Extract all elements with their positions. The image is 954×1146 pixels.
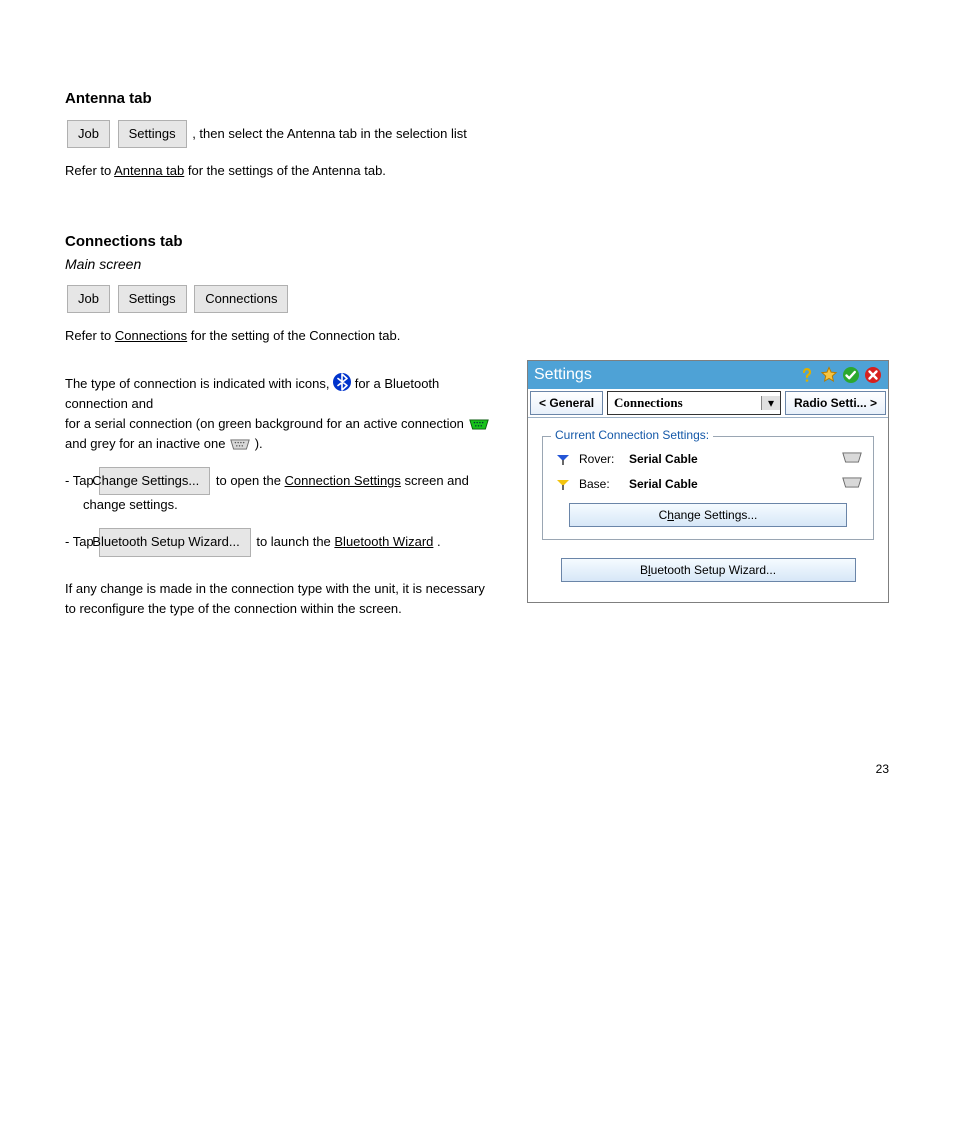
antenna-ref-line: Refer to Antenna tab for the settings of… [65, 161, 889, 181]
connections-ref-line: Refer to Connections for the setting of … [65, 326, 889, 346]
text: for a serial connection (on green backgr… [65, 416, 464, 431]
subheading-main-screen: Main screen [65, 256, 889, 272]
breadcrumb: Job Settings , then select the Antenna t… [65, 120, 889, 148]
breadcrumb-connections-button[interactable]: Connections [194, 285, 288, 313]
ok-icon[interactable] [842, 366, 860, 384]
serial-port-inactive-icon [229, 436, 255, 451]
bluetooth-icon [333, 373, 351, 391]
breadcrumb-settings-button[interactable]: Settings [118, 285, 187, 313]
text: to open the [216, 473, 285, 488]
heading-antenna-tab: Antenna tab [65, 90, 889, 107]
base-icon [553, 474, 573, 495]
text: for the settings of the Antenna tab. [188, 163, 386, 178]
text: . [437, 534, 441, 549]
dialog-change-settings-button[interactable]: Change Settings... [569, 503, 848, 527]
text: ). [255, 436, 263, 451]
breadcrumb: Job Settings Connections [65, 285, 889, 313]
breadcrumb-settings-button[interactable]: Settings [118, 120, 187, 148]
breadcrumb-tail-text: , then select the Antenna tab in the sel… [192, 126, 467, 141]
breadcrumb-job-button[interactable]: Job [67, 285, 110, 313]
close-icon[interactable] [864, 366, 882, 384]
tab-selector-combo[interactable]: Connections ▾ [607, 391, 781, 415]
text: Refer to [65, 163, 114, 178]
mnemonic: h [667, 508, 674, 522]
serial-port-icon [841, 476, 863, 492]
serial-port-icon [841, 451, 863, 467]
text: for the setting of the Connection tab. [191, 328, 401, 343]
link-antenna-tab[interactable]: Antenna tab [114, 163, 184, 178]
change-settings-button[interactable]: Change Settings... [99, 467, 210, 495]
settings-dialog: Settings < General [527, 360, 889, 603]
tab-selector-value: Connections [608, 395, 761, 411]
dialog-title-text: Settings [534, 366, 794, 384]
text: ange Settings... [674, 508, 757, 522]
tab-bar: < General Connections ▾ Radio Setti... > [528, 389, 888, 418]
dialog-titlebar: Settings [528, 361, 888, 389]
text: and grey for an inactive one [65, 436, 229, 451]
rover-icon [553, 449, 573, 470]
text: uetooth Setup Wizard... [651, 563, 776, 577]
breadcrumb-job-button[interactable]: Job [67, 120, 110, 148]
connection-type-description: The type of connection is indicated with… [65, 373, 499, 455]
chevron-down-icon[interactable]: ▾ [761, 396, 780, 410]
bluetooth-wizard-button[interactable]: Bluetooth Setup Wizard... [99, 528, 250, 556]
link-bluetooth-wizard[interactable]: Bluetooth Wizard [334, 534, 433, 549]
tab-radio-settings[interactable]: Radio Setti... > [785, 391, 886, 415]
favorite-icon[interactable] [820, 366, 838, 384]
rover-row: Rover: Serial Cable [553, 449, 863, 470]
base-row: Base: Serial Cable [553, 474, 863, 495]
text: C [659, 508, 668, 522]
text: Refer to [65, 328, 115, 343]
link-connection-settings[interactable]: Connection Settings [285, 473, 401, 488]
help-icon[interactable] [798, 366, 816, 384]
bullet-change-settings: - Tap Change Settings... to open the Con… [65, 467, 499, 515]
base-label: Base: [579, 477, 623, 491]
text: to launch the [256, 534, 334, 549]
page-number: 23 [65, 762, 889, 776]
dialog-bluetooth-wizard-button[interactable]: Bluetooth Setup Wizard... [561, 558, 856, 582]
rover-label: Rover: [579, 452, 623, 466]
link-connections[interactable]: Connections [115, 328, 187, 343]
base-value: Serial Cable [629, 477, 835, 491]
text: The type of connection is indicated with… [65, 376, 333, 391]
tab-general[interactable]: < General [530, 391, 603, 415]
connection-settings-group: Current Connection Settings: Rover: Seri… [542, 436, 874, 540]
heading-connections-tab: Connections tab [65, 233, 889, 250]
note-text: If any change is made in the connection … [65, 579, 499, 619]
text: B [640, 563, 648, 577]
bullet-bluetooth-wizard: - Tap Bluetooth Setup Wizard... to launc… [65, 528, 499, 556]
serial-port-active-icon [468, 416, 490, 431]
group-legend: Current Connection Settings: [551, 428, 713, 442]
rover-value: Serial Cable [629, 452, 835, 466]
